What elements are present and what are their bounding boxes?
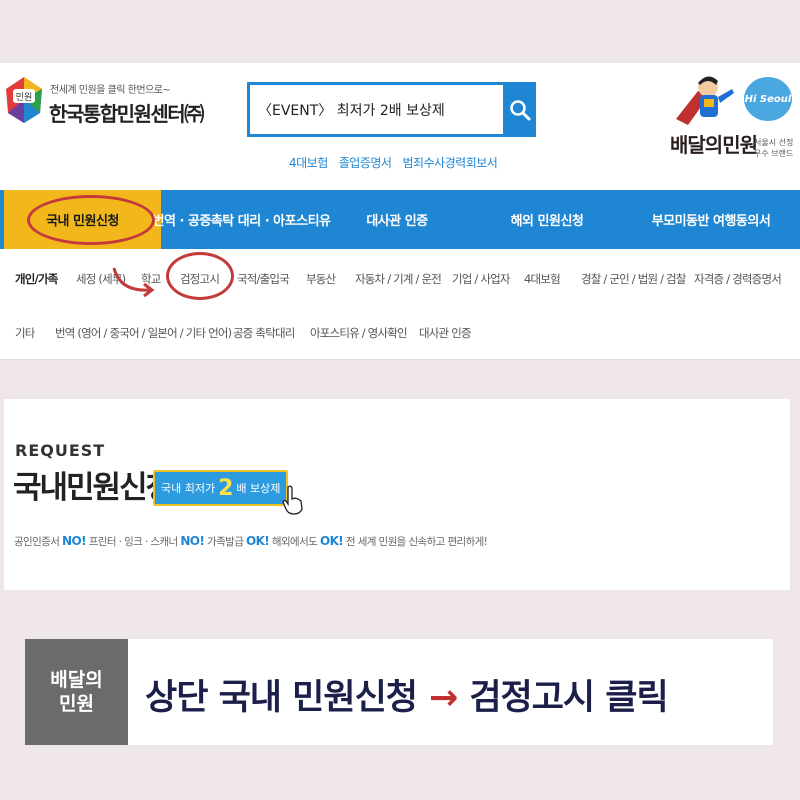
site-header: 민원 전세계 민원을 클릭 한번으로~ 한국통합민원센터㈜ 4대보험 졸업증명서… xyxy=(0,63,800,190)
desc-text-1: 공인인증서 xyxy=(14,536,63,548)
caption-step-1: 상단 국내 민원신청 xyxy=(145,678,418,718)
subnav-translation[interactable]: 번역 (영어 / 중국어 / 일본어 / 기타 언어) xyxy=(55,325,232,341)
event-banner-button[interactable]: 국내 최저가 2 배 보상제 > xyxy=(153,470,300,506)
nav-embassy-cert[interactable]: 대사관 인증 xyxy=(322,190,472,249)
search-icon xyxy=(509,99,530,120)
subnav-notary[interactable]: 공증 촉탁대리 xyxy=(233,325,295,341)
logo-name: 한국통합민원센터㈜ xyxy=(49,102,204,126)
brand-caption: 서울시 선정 우수 브랜드 xyxy=(754,138,794,158)
search-bar xyxy=(247,82,536,137)
hi-seoul-badge: Hi Seoul xyxy=(744,77,792,121)
instruction-caption: 배달의 민원 상단 국내 민원신청 → 검정고시 클릭 xyxy=(25,639,773,745)
subnav-apostille[interactable]: 아포스티유 / 영사확인 xyxy=(310,325,408,341)
caption-badge: 배달의 민원 xyxy=(25,639,128,745)
nav-translation-notary[interactable]: 번역 · 공증촉탁 대리 · 아포스티유 xyxy=(153,190,332,249)
event-pre-text: 국내 최저가 xyxy=(161,482,216,495)
brand-name: 배달의민원 xyxy=(670,133,758,157)
desc-text-2: 프린터 · 잉크 · 스캐너 xyxy=(85,536,181,548)
request-title: 국내민원신청 xyxy=(13,470,174,506)
logo-tagline: 전세계 민원을 클릭 한번으로~ xyxy=(50,85,171,96)
curved-arrow-icon xyxy=(112,267,155,298)
subnav-police-court[interactable]: 경찰 / 군인 / 법원 / 검찰 xyxy=(581,271,686,287)
caption-text: 상단 국내 민원신청 → 검정고시 클릭 xyxy=(145,669,669,720)
subnav-vehicle[interactable]: 자동차 / 기계 / 운전 xyxy=(355,271,442,287)
subnav-embassy[interactable]: 대사관 인증 xyxy=(419,325,472,341)
desc-text-5: 전 세계 민원을 신속하고 편리하게! xyxy=(343,536,488,548)
logo-mark-icon: 민원 xyxy=(6,77,42,123)
search-button[interactable] xyxy=(503,82,536,137)
nav-travel-consent[interactable]: 부모미동반 여행동의서 xyxy=(622,190,800,249)
request-description: 공인인증서 NO! 프린터 · 잉크 · 스캐너 NO! 가족발급 OK! 해외… xyxy=(14,534,488,549)
brand-logo[interactable]: Hi Seoul 배달의민원 서울시 선정 우수 브랜드 xyxy=(668,71,796,171)
desc-no-2: NO! xyxy=(180,534,205,548)
desc-ok-1: OK! xyxy=(246,534,270,548)
main-nav: 국내 민원신청 번역 · 공증촉탁 대리 · 아포스티유 대사관 인증 해외 민… xyxy=(0,190,800,249)
quick-link-graduation[interactable]: 졸업증명서 xyxy=(339,154,392,171)
caption-step-2: 검정고시 클릭 xyxy=(469,678,668,718)
subnav-insurance[interactable]: 4대보험 xyxy=(524,271,561,287)
subnav-business[interactable]: 기업 / 사업자 xyxy=(452,271,510,287)
superhero-mascot-icon xyxy=(676,76,734,125)
caption-arrow-icon: → xyxy=(428,678,458,718)
event-post-text: 배 보상제 xyxy=(236,482,281,495)
desc-text-4: 해외에서도 xyxy=(269,536,320,548)
svg-text:민원: 민원 xyxy=(16,92,33,103)
subnav-etc[interactable]: 기타 xyxy=(15,325,35,341)
subnav-ged[interactable]: 검정고시 xyxy=(180,271,220,287)
desc-ok-2: OK! xyxy=(319,534,344,548)
quick-link-4dae[interactable]: 4대보험 xyxy=(289,154,328,171)
nav-domestic-civil[interactable]: 국내 민원신청 xyxy=(4,190,161,249)
quick-links: 4대보험 졸업증명서 범죄수사경력회보서 xyxy=(289,154,498,171)
request-eyebrow: REQUEST xyxy=(15,441,106,460)
site-logo[interactable]: 민원 전세계 민원을 클릭 한번으로~ 한국통합민원센터㈜ xyxy=(4,75,204,135)
subnav-license[interactable]: 자격증 / 경력증명서 xyxy=(694,271,782,287)
hand-cursor-icon xyxy=(282,485,303,515)
subnav-family[interactable]: 개인/가족 xyxy=(15,271,58,287)
quick-link-criminal-record[interactable]: 범죄수사경력회보서 xyxy=(402,154,497,171)
search-input[interactable] xyxy=(247,82,503,137)
subnav-nationality[interactable]: 국적/출입국 xyxy=(237,271,290,287)
desc-no-1: NO! xyxy=(62,534,87,548)
nav-overseas-civil[interactable]: 해외 민원신청 xyxy=(472,190,622,249)
request-banner: REQUEST 국내민원신청 국내 최저가 2 배 보상제 > 공인인증서 NO… xyxy=(4,399,790,590)
subnav-real-estate[interactable]: 부동산 xyxy=(306,271,336,287)
event-big-number: 2 xyxy=(218,475,234,501)
desc-text-3: 가족발급 xyxy=(204,536,246,548)
